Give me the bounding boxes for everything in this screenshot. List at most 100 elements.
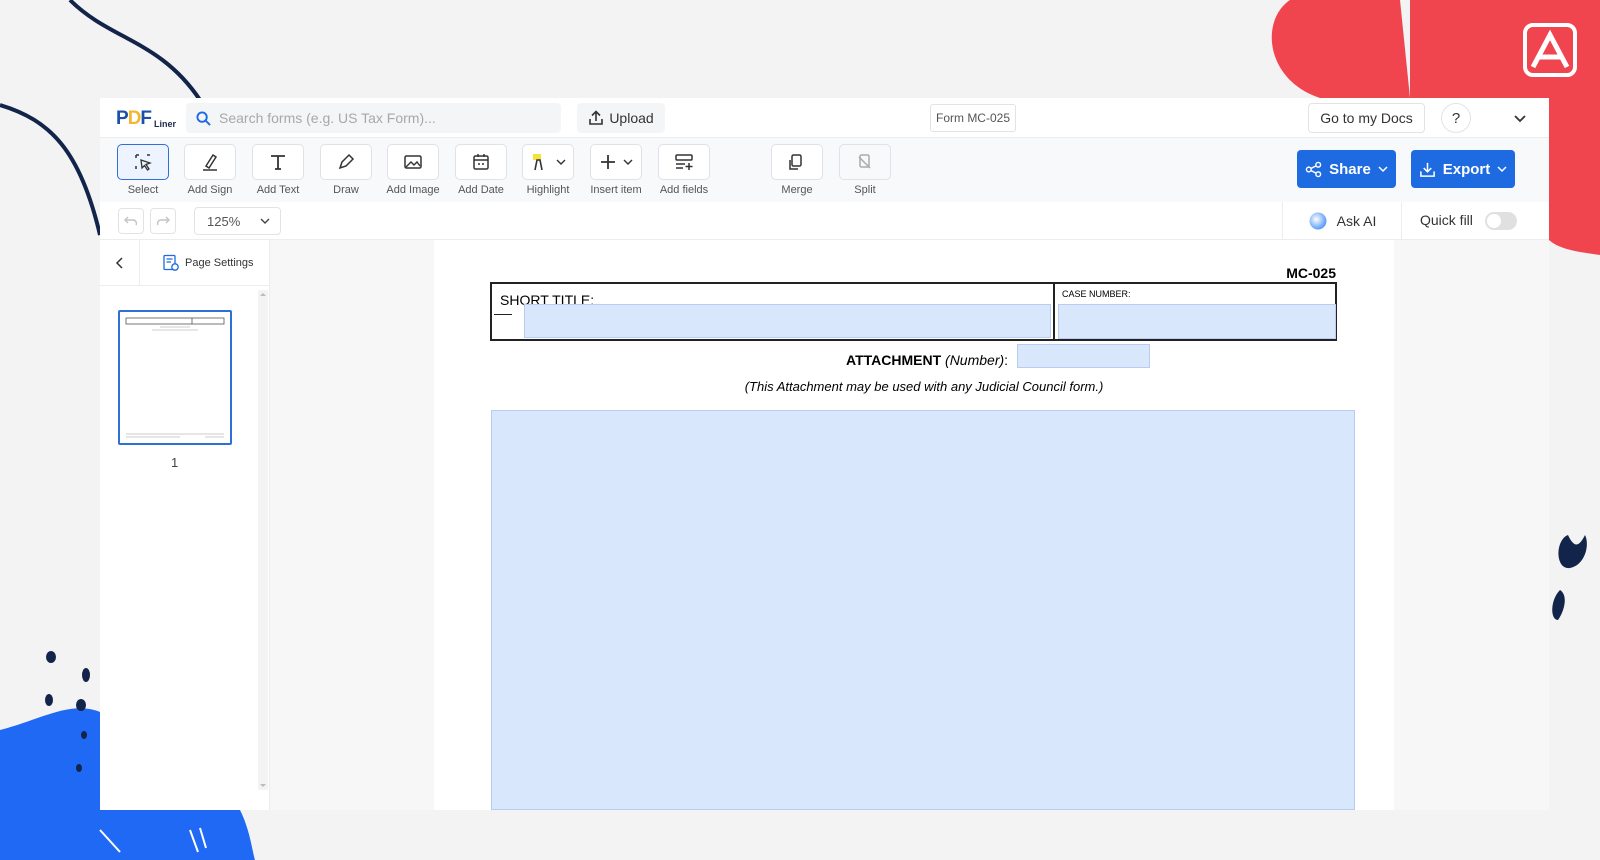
quick-fill-toggle[interactable] [1485, 212, 1517, 230]
tool-label: Add Image [386, 184, 440, 196]
export-button[interactable]: Export [1411, 150, 1515, 188]
logo-sub: Liner [154, 119, 177, 129]
form-id: MC-025 [1286, 265, 1336, 281]
chevron-down-icon [260, 218, 270, 224]
ai-orb-icon [1309, 212, 1327, 230]
pdfliner-logo[interactable]: PDF Liner [116, 108, 176, 130]
chevron-down-icon [1378, 166, 1388, 173]
tool-label: Add Sign [187, 184, 233, 196]
tool-add-sign[interactable]: Add Sign [182, 144, 238, 196]
ask-ai-button[interactable]: Ask AI [1282, 202, 1402, 240]
tool-add-fields[interactable]: Add fields [656, 144, 712, 196]
split-icon [858, 154, 871, 169]
upload-icon [589, 110, 604, 125]
upload-label: Upload [609, 110, 654, 126]
tool-label: Split [854, 184, 876, 196]
redo-icon [156, 216, 170, 226]
tool-label: Draw [333, 184, 359, 196]
share-label: Share [1329, 160, 1371, 178]
toggle-knob [1487, 214, 1501, 228]
page-thumbnail[interactable] [118, 310, 232, 445]
sub-toolbar: 125% Ask AI Quick fill [100, 202, 1549, 240]
thumbnail-preview [125, 317, 225, 438]
tool-add-date[interactable]: Add Date [453, 144, 509, 196]
tool-merge[interactable]: Merge [769, 144, 825, 196]
help-button[interactable]: ? [1441, 103, 1471, 133]
ask-ai-label: Ask AI [1336, 213, 1377, 229]
case-number-field[interactable] [1058, 304, 1336, 339]
quick-fill-label: Quick fill [1420, 212, 1473, 228]
redo-button[interactable] [150, 208, 176, 234]
attachment-text: ATTACHMENT (Number): [846, 352, 1008, 368]
tool-highlight[interactable]: Highlight [520, 144, 576, 196]
download-icon [1419, 162, 1435, 177]
tool-label: Add fields [659, 184, 709, 196]
highlighter-icon [533, 154, 543, 171]
page-settings-button[interactable]: Page Settings [162, 254, 254, 272]
undo-icon [124, 216, 138, 226]
app-window: PDF Liner Upload Form MC-025 Go to my Do… [100, 98, 1549, 810]
chevron-down-icon [623, 159, 633, 165]
pdf-acrobat-icon [1523, 23, 1577, 77]
search-box[interactable] [186, 103, 561, 133]
thumbnails-scrollbar[interactable] [258, 290, 268, 790]
plus-icon [601, 155, 615, 169]
case-number-label: CASE NUMBER: [1062, 289, 1131, 299]
export-label: Export [1442, 160, 1491, 178]
page-settings-icon [163, 254, 179, 271]
attachment-body-field[interactable] [491, 410, 1355, 810]
tool-label: Insert item [590, 184, 642, 196]
chevron-down-icon [556, 159, 566, 165]
share-button[interactable]: Share [1297, 150, 1396, 188]
merge-icon [789, 154, 802, 170]
document-page: MC-025 SHORT TITLE: CASE NUMBER: ATTACHM… [434, 240, 1394, 810]
sign-pen-icon [203, 153, 218, 171]
pen-draw-icon [338, 153, 355, 170]
attachment-italic: (Number) [945, 352, 1005, 368]
scroll-up-icon [260, 293, 266, 296]
zoom-select[interactable]: 125% [194, 207, 281, 235]
collapse-panel-button[interactable] [100, 240, 140, 286]
page-thumbnails-panel: Page Settings 1 [100, 240, 270, 810]
scroll-down-icon [260, 784, 266, 787]
tool-insert-item[interactable]: Insert item [588, 144, 644, 196]
undo-button[interactable] [118, 208, 144, 234]
search-input[interactable] [219, 110, 539, 126]
page-settings-label: Page Settings [185, 257, 254, 269]
share-icon [1305, 161, 1322, 177]
divider [494, 314, 512, 315]
search-icon [196, 110, 211, 126]
tool-add-image[interactable]: Add Image [385, 144, 441, 196]
chevron-down-icon[interactable] [1512, 110, 1528, 126]
document-canvas: MC-025 SHORT TITLE: CASE NUMBER: ATTACHM… [270, 240, 1549, 810]
add-fields-icon [675, 154, 693, 170]
tool-select[interactable]: Select [115, 144, 171, 196]
select-cursor-icon [135, 154, 152, 171]
tool-label: Merge [781, 184, 813, 196]
upload-button[interactable]: Upload [577, 103, 665, 133]
calendar-icon [473, 154, 489, 170]
tool-label: Highlight [526, 184, 570, 196]
toolbar: Select Add Sign Add Text Draw Add Image … [100, 138, 1549, 202]
tool-split[interactable]: Split [837, 144, 893, 196]
panel-header: Page Settings [100, 240, 270, 286]
text-t-icon [271, 155, 285, 170]
attachment-note: (This Attachment may be used with any Ju… [744, 379, 1104, 394]
tool-label: Add Date [458, 184, 504, 196]
logo-main: PDF [116, 108, 152, 129]
attachment-bold: ATTACHMENT [846, 352, 942, 368]
tool-draw[interactable]: Draw [318, 144, 374, 196]
attachment-number-field[interactable] [1017, 344, 1150, 368]
go-to-docs-button[interactable]: Go to my Docs [1308, 103, 1425, 133]
tool-label: Add Text [256, 184, 300, 196]
attachment-colon: : [1004, 352, 1009, 368]
zoom-value: 125% [207, 213, 241, 229]
top-bar: PDF Liner Upload Form MC-025 Go to my Do… [100, 98, 1549, 138]
short-title-field[interactable] [524, 304, 1051, 338]
thumbnail-page-number: 1 [171, 455, 179, 470]
document-name[interactable]: Form MC-025 [930, 104, 1016, 132]
chevron-left-icon [115, 257, 123, 269]
header-box: SHORT TITLE: CASE NUMBER: [490, 282, 1337, 341]
tool-label: Select [127, 184, 159, 196]
tool-add-text[interactable]: Add Text [250, 144, 306, 196]
